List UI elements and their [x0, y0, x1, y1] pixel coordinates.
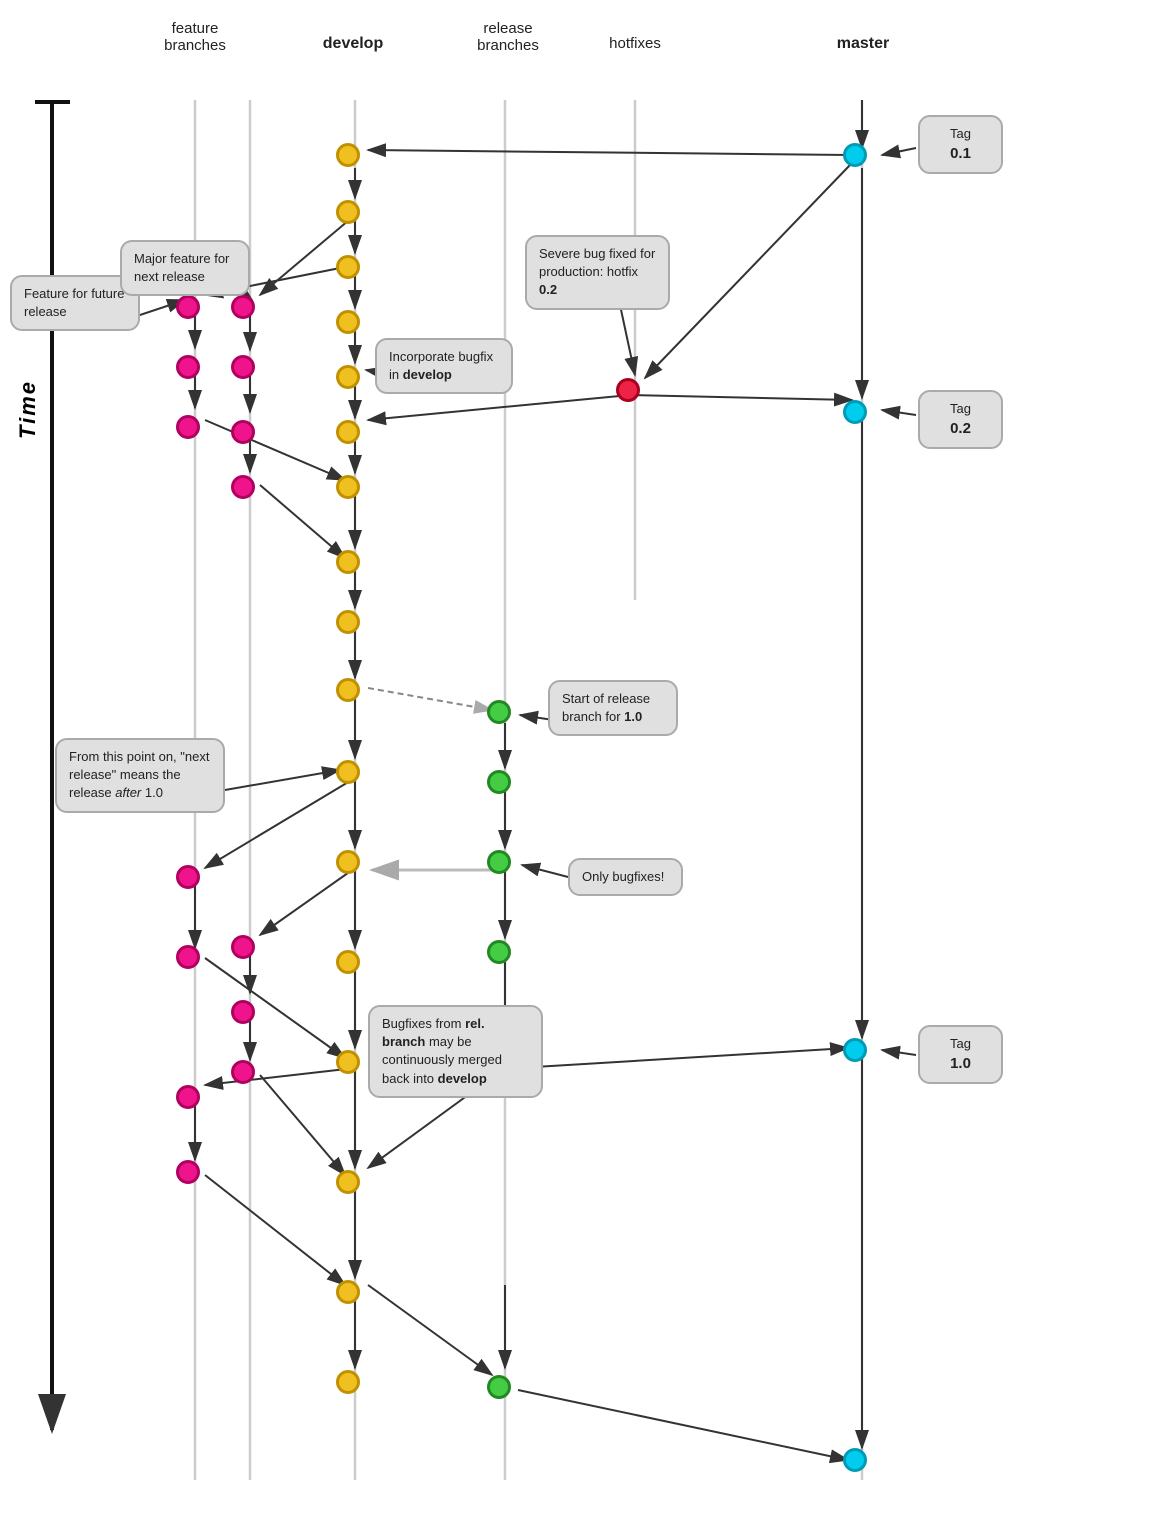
only-bugfixes-text: Only bugfixes!: [582, 869, 664, 884]
hotfix-node-1: [616, 378, 640, 402]
tag-0-1-value: 0.1: [932, 143, 989, 164]
develop-node-4: [336, 310, 360, 334]
master-node-2: [843, 400, 867, 424]
feature2-node-4: [231, 475, 255, 499]
develop-node-17: [336, 1370, 360, 1394]
tag-1-0-box: Tag 1.0: [918, 1025, 1003, 1084]
release-node-6: [487, 1375, 511, 1399]
develop-node-2: [336, 200, 360, 224]
start-release-callout: Start of release branch for 1.0: [548, 680, 678, 736]
develop-node-1: [336, 143, 360, 167]
develop-node-7: [336, 475, 360, 499]
tag-0-1-label: Tag: [932, 125, 989, 143]
develop-node-11: [336, 760, 360, 784]
feature2-node-3: [231, 420, 255, 444]
feature1-node-1: [176, 295, 200, 319]
only-bugfixes-callout: Only bugfixes!: [568, 858, 683, 896]
tag-0-2-box: Tag 0.2: [918, 390, 1003, 449]
feature2-node-2: [231, 355, 255, 379]
develop-node-10: [336, 678, 360, 702]
hotfixes-header: hotfixes: [595, 35, 675, 52]
feature1-node-5: [176, 945, 200, 969]
tag-1-0-label: Tag: [932, 1035, 989, 1053]
severe-bug-callout: Severe bug fixed for production: hotfix …: [525, 235, 670, 310]
release-node-4: [487, 940, 511, 964]
feature1-node-4: [176, 865, 200, 889]
severe-bug-text: Severe bug fixed for production: hotfix …: [539, 246, 655, 297]
from-this-point-text: From this point on, "next release" means…: [69, 749, 209, 800]
release-branches-header: release branches: [458, 20, 558, 54]
tag-0-1-box: Tag 0.1: [918, 115, 1003, 174]
feature2-node-1: [231, 295, 255, 319]
bugfixes-merged-callout: Bugfixes from rel. branch may be continu…: [368, 1005, 543, 1098]
diagram-container: feature branches develop release branche…: [0, 0, 1150, 1524]
feature-future-text: Feature for future release: [24, 286, 124, 319]
from-this-point-callout: From this point on, "next release" means…: [55, 738, 225, 813]
release-node-3: [487, 850, 511, 874]
major-feature-text: Major feature for next release: [134, 251, 229, 284]
feature2-node-5: [231, 935, 255, 959]
develop-header: develop: [308, 35, 398, 53]
feature1-node-7: [176, 1160, 200, 1184]
feature1-node-2: [176, 355, 200, 379]
develop-node-15: [336, 1170, 360, 1194]
feature1-node-6: [176, 1085, 200, 1109]
develop-node-16: [336, 1280, 360, 1304]
time-label: Time: [15, 380, 41, 439]
feature-branches-header: feature branches: [145, 20, 245, 54]
master-header: master: [828, 35, 898, 53]
tag-1-0-value: 1.0: [932, 1053, 989, 1074]
major-feature-callout: Major feature for next release: [120, 240, 250, 296]
release-node-1: [487, 700, 511, 724]
tag-0-2-label: Tag: [932, 400, 989, 418]
master-node-3: [843, 1038, 867, 1062]
feature1-node-3: [176, 415, 200, 439]
develop-node-12: [336, 850, 360, 874]
master-node-1: [843, 143, 867, 167]
develop-node-8: [336, 550, 360, 574]
develop-node-6: [336, 420, 360, 444]
tag-0-2-value: 0.2: [932, 418, 989, 439]
start-release-text: Start of release branch for 1.0: [562, 691, 650, 724]
release-node-2: [487, 770, 511, 794]
develop-node-14: [336, 1050, 360, 1074]
develop-node-3: [336, 255, 360, 279]
bugfixes-merged-text: Bugfixes from rel. branch may be continu…: [382, 1016, 502, 1086]
develop-node-9: [336, 610, 360, 634]
incorporate-bugfix-text: Incorporate bugfix in develop: [389, 349, 493, 382]
master-node-4: [843, 1448, 867, 1472]
develop-node-13: [336, 950, 360, 974]
develop-node-5: [336, 365, 360, 389]
feature2-node-7: [231, 1060, 255, 1084]
feature2-node-6: [231, 1000, 255, 1024]
incorporate-bugfix-callout: Incorporate bugfix in develop: [375, 338, 513, 394]
